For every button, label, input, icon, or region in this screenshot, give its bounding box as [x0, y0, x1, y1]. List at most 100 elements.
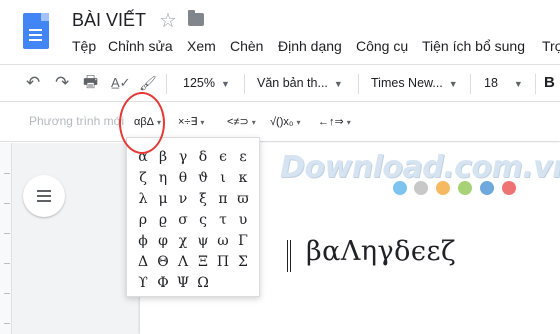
font-size-value: 18 [484, 76, 498, 90]
greek-letter-option[interactable]: ω [213, 231, 233, 251]
greek-letter-option[interactable]: ϒ [133, 273, 153, 293]
undo-icon[interactable]: ↶ [26, 65, 40, 101]
toolbar-divider [166, 74, 167, 94]
greek-letter-option[interactable]: λ [133, 189, 153, 209]
toolbar-divider [535, 74, 536, 94]
greek-letter-option[interactable]: κ [233, 168, 253, 188]
greek-letter-option[interactable]: χ [173, 231, 193, 251]
greek-letter-option[interactable]: ϑ [193, 168, 213, 188]
watermark-dot [414, 181, 428, 195]
greek-letter-option[interactable]: ψ [193, 231, 213, 251]
print-icon[interactable]: 🖶 [83, 65, 98, 101]
greek-letter-option[interactable]: Ψ [173, 273, 193, 293]
menu-edit[interactable]: Chỉnh sửa [108, 38, 173, 54]
greek-letter-option[interactable]: π [213, 189, 233, 209]
greek-letter-option[interactable]: Θ [153, 252, 173, 272]
docs-logo-icon[interactable] [23, 13, 49, 49]
watermark-logo: Download.com.vn [280, 150, 560, 185]
document-title[interactable]: BÀI VIẾT [72, 10, 146, 31]
chevron-down-icon: ▾ [296, 118, 301, 127]
greek-letter-option[interactable]: ϖ [233, 189, 253, 209]
vertical-ruler[interactable] [0, 143, 12, 334]
greek-letter-option[interactable]: Φ [153, 273, 173, 293]
watermark-dot [458, 181, 472, 195]
equation-text[interactable]: βαΛηγδϵεζ [306, 236, 456, 267]
menu-addons[interactable]: Tiện ích bổ sung [422, 38, 525, 54]
greek-letter-option[interactable]: μ [153, 189, 173, 209]
greek-letters-menu: αβγδϵεζηθϑικλμνξπϖρϱσςτυϕφχψωΓΔΘΛΞΠΣϒΦΨΩ [126, 137, 260, 297]
greek-letter-option[interactable]: σ [173, 210, 193, 230]
watermark-dot [502, 181, 516, 195]
main-toolbar: ↶ ↷ 🖶 A̲✓ 🖌 125% ▼ Văn bản th... ▼ Times N… [0, 64, 560, 102]
greek-letter-option[interactable]: ϵ [213, 147, 233, 167]
greek-letter-option[interactable]: β [153, 147, 173, 167]
folder-icon[interactable] [188, 10, 204, 26]
chevron-down-icon: ▾ [346, 118, 351, 127]
greek-letter-option[interactable]: ι [213, 168, 233, 188]
greek-letter-option[interactable]: θ [173, 168, 193, 188]
paragraph-style-select[interactable]: Văn bản th... ▼ [257, 65, 343, 101]
operators-button[interactable]: ×÷∃ ▾ [178, 112, 204, 132]
highlight-circle [119, 92, 165, 154]
toolbar-divider [358, 74, 359, 94]
math-operations-button[interactable]: √()x₀ ▾ [270, 112, 300, 132]
greek-letter-option[interactable]: ϕ [133, 231, 153, 251]
menu-view[interactable]: Xem [187, 38, 216, 54]
greek-letter-option[interactable]: Π [213, 252, 233, 272]
greek-letter-option[interactable]: ς [193, 210, 213, 230]
redo-icon[interactable]: ↷ [55, 65, 69, 101]
greek-letter-option[interactable]: Ξ [193, 252, 213, 272]
zoom-select[interactable]: 125% ▼ [183, 65, 230, 101]
greek-letter-option[interactable]: η [153, 168, 173, 188]
paragraph-style-value: Văn bản th... [257, 76, 328, 90]
watermark-dot [480, 181, 494, 195]
equation-input-box[interactable] [287, 240, 291, 272]
zoom-value: 125% [183, 76, 215, 90]
greek-letter-option[interactable]: φ [153, 231, 173, 251]
bold-button[interactable]: B [544, 65, 555, 101]
chevron-down-icon: ▾ [251, 118, 256, 127]
relations-button[interactable]: <≠⊃ ▾ [227, 112, 256, 132]
menu-help[interactable]: Trợ [542, 38, 560, 54]
math-operations-label: √()x₀ [270, 116, 294, 128]
new-equation-button[interactable]: Phương trình mới [29, 114, 124, 128]
greek-letter-option[interactable]: γ [173, 147, 193, 167]
greek-letter-option[interactable]: ϱ [153, 210, 173, 230]
watermark-dot [436, 181, 450, 195]
font-size-select[interactable]: 18 ▼ [484, 65, 523, 101]
greek-letter-option[interactable]: ρ [133, 210, 153, 230]
star-icon[interactable]: ☆ [159, 8, 177, 33]
font-select[interactable]: Times New... ▼ [371, 65, 458, 101]
menu-insert[interactable]: Chèn [230, 38, 263, 54]
operators-label: ×÷∃ [178, 116, 198, 128]
arrows-label: ←↑⇒ [318, 116, 344, 128]
chevron-down-icon: ▾ [200, 118, 205, 127]
greek-letter-option[interactable]: Σ [233, 252, 253, 272]
spellcheck-icon[interactable]: A̲✓ [111, 65, 131, 101]
chevron-down-icon: ▼ [220, 79, 230, 89]
arrows-button[interactable]: ←↑⇒ ▾ [318, 112, 351, 132]
menu-file[interactable]: Tệp [72, 38, 96, 54]
greek-letter-option[interactable]: τ [213, 210, 233, 230]
document-outline-icon[interactable] [23, 175, 65, 217]
greek-letter-option[interactable]: Ω [193, 273, 213, 293]
chevron-down-icon: ▼ [448, 79, 458, 89]
greek-letter-option[interactable]: Δ [133, 252, 153, 272]
chevron-down-icon: ▼ [333, 79, 343, 89]
greek-letter-option[interactable]: ν [173, 189, 193, 209]
font-value: Times New... [371, 76, 443, 90]
greek-letter-option[interactable]: Λ [173, 252, 193, 272]
toolbar-divider [470, 74, 471, 94]
menu-format[interactable]: Định dạng [278, 38, 342, 54]
toolbar-divider [244, 74, 245, 94]
chevron-down-icon: ▼ [513, 79, 523, 89]
relations-label: <≠⊃ [227, 116, 249, 128]
greek-letter-option[interactable]: ε [233, 147, 253, 167]
greek-letter-option[interactable]: ζ [133, 168, 153, 188]
greek-letter-option[interactable]: υ [233, 210, 253, 230]
menu-tools[interactable]: Công cụ [356, 38, 408, 54]
greek-letter-option[interactable]: ξ [193, 189, 213, 209]
greek-letter-option[interactable]: δ [193, 147, 213, 167]
greek-letter-option[interactable]: Γ [233, 231, 253, 251]
watermark-dot [393, 181, 407, 195]
